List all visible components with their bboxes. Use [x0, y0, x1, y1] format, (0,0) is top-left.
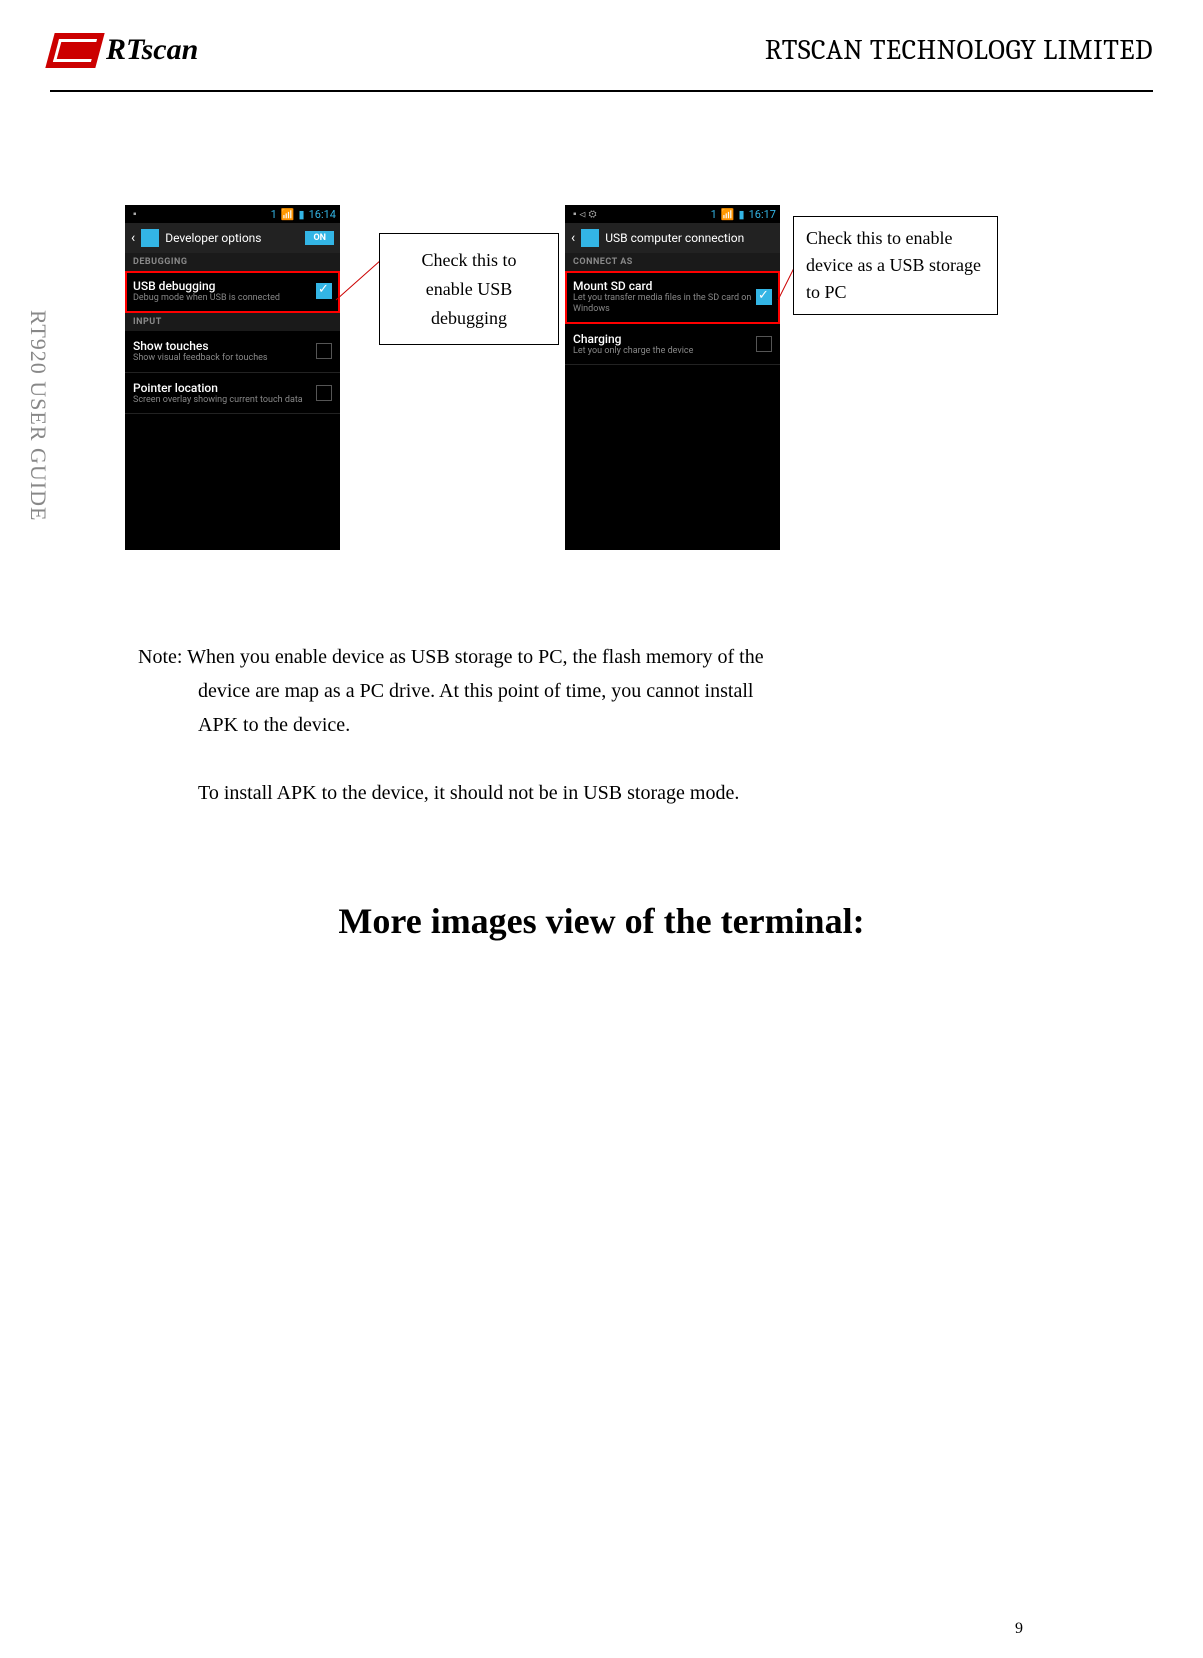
- row-title: Charging: [573, 332, 756, 346]
- note-text: Note: When you enable device as USB stor…: [138, 640, 1083, 810]
- row-subtitle: Debug mode when USB is connected: [133, 293, 316, 304]
- checkbox-checked-icon[interactable]: [316, 283, 332, 299]
- callout-usb-storage: Check this to enable device as a USB sto…: [793, 216, 998, 315]
- settings-icon: [581, 229, 599, 247]
- settings-icon: [141, 229, 159, 247]
- checkbox-checked-icon[interactable]: [756, 289, 772, 305]
- section-title: More images view of the terminal:: [0, 900, 1203, 942]
- notification-icons: ▪ ⏿ ⚙: [569, 209, 597, 220]
- row-title: Mount SD card: [573, 279, 756, 293]
- signal-icon: 📶: [281, 208, 295, 221]
- page-number: 9: [1015, 1620, 1023, 1638]
- toggle-on[interactable]: ON: [305, 231, 334, 245]
- header-divider: [50, 90, 1153, 92]
- battery-icon: ▮: [739, 208, 745, 221]
- row-pointer-location[interactable]: Pointer location Screen overlay showing …: [125, 373, 340, 415]
- page-header: RTscan RTSCAN TECHNOLOGY LIMITED: [50, 20, 1153, 80]
- nav-title: Developer options: [165, 231, 261, 245]
- note-line: Note: When you enable device as USB stor…: [138, 640, 1083, 674]
- checkbox-icon[interactable]: [316, 343, 332, 359]
- signal-num: 1: [711, 208, 717, 221]
- row-title: Show touches: [133, 339, 316, 353]
- row-title: USB debugging: [133, 279, 316, 293]
- row-subtitle: Let you transfer media files in the SD c…: [573, 293, 756, 315]
- logo-icon: [45, 33, 104, 68]
- nav-header[interactable]: ‹ Developer options ON: [125, 223, 340, 253]
- note-line: APK to the device.: [138, 708, 1083, 742]
- signal-num: 1: [271, 208, 277, 221]
- status-bar: ▪ 1 📶 ▮ 16:14: [125, 205, 340, 223]
- sidebar-guide-label: RT920 USER GUIDE: [25, 310, 51, 521]
- row-charging[interactable]: Charging Let you only charge the device: [565, 324, 780, 366]
- screenshot-developer-options: ▪ 1 📶 ▮ 16:14 ‹ Developer options ON DEB…: [125, 205, 340, 550]
- row-subtitle: Screen overlay showing current touch dat…: [133, 395, 316, 406]
- nav-header[interactable]: ‹ USB computer connection: [565, 223, 780, 253]
- note-line: device are map as a PC drive. At this po…: [138, 674, 1083, 708]
- row-title: Pointer location: [133, 381, 316, 395]
- clock: 16:14: [309, 208, 336, 221]
- section-connect-as: CONNECT AS: [565, 253, 780, 271]
- screenshot-usb-connection: ▪ ⏿ ⚙ 1 📶 ▮ 16:17 ‹ USB computer connect…: [565, 205, 780, 550]
- nav-title: USB computer connection: [605, 231, 744, 245]
- row-subtitle: Let you only charge the device: [573, 346, 756, 357]
- callout-usb-debugging: Check this to enable USB debugging: [379, 233, 559, 345]
- note-line: To install APK to the device, it should …: [138, 776, 1083, 810]
- checkbox-icon[interactable]: [756, 336, 772, 352]
- back-icon[interactable]: ‹: [571, 230, 575, 246]
- clock: 16:17: [749, 208, 776, 221]
- company-name: RTSCAN TECHNOLOGY LIMITED: [765, 34, 1153, 66]
- row-show-touches[interactable]: Show touches Show visual feedback for to…: [125, 331, 340, 373]
- battery-icon: ▮: [299, 208, 305, 221]
- signal-icon: 📶: [721, 208, 735, 221]
- callout-connector: [336, 260, 381, 310]
- checkbox-icon[interactable]: [316, 385, 332, 401]
- row-usb-debugging[interactable]: USB debugging Debug mode when USB is con…: [125, 271, 340, 313]
- status-bar: ▪ ⏿ ⚙ 1 📶 ▮ 16:17: [565, 205, 780, 223]
- logo-text: RTscan: [106, 33, 198, 67]
- row-subtitle: Show visual feedback for touches: [133, 353, 316, 364]
- row-mount-sd-card[interactable]: Mount SD card Let you transfer media fil…: [565, 271, 780, 324]
- back-icon[interactable]: ‹: [131, 230, 135, 246]
- section-debugging: DEBUGGING: [125, 253, 340, 271]
- section-input: INPUT: [125, 313, 340, 331]
- logo: RTscan: [50, 33, 198, 68]
- photo-icon: ▪: [129, 209, 137, 220]
